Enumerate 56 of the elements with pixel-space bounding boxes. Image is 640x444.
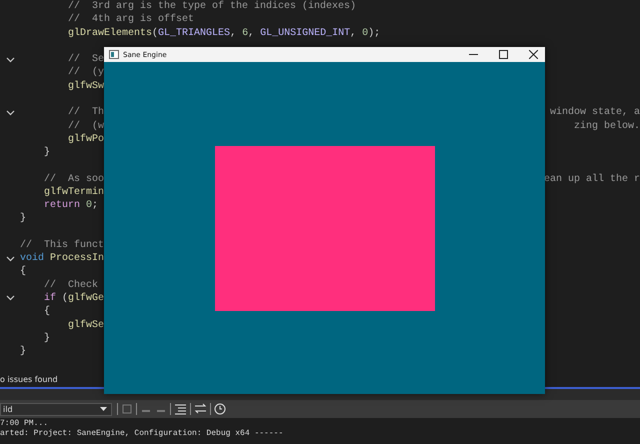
code-comment: window state, a	[550, 107, 640, 118]
code-comment: // (y	[67, 67, 104, 78]
code-text: ,	[230, 28, 236, 39]
code-text: }	[43, 147, 50, 158]
function-name: glfwTermin	[43, 186, 104, 198]
close-icon	[528, 50, 538, 59]
code-comment: // As soo	[43, 174, 104, 185]
code-comment: ean up all the r	[544, 174, 640, 185]
function-name: ProcessIn	[49, 253, 104, 264]
output-line: arted: Project: SaneEngine, Configuration: Debug x64 ------	[0, 429, 284, 439]
find-icon[interactable]	[121, 403, 133, 415]
code-text: }	[20, 213, 26, 224]
code-comment: // (w	[67, 120, 104, 132]
app-icon	[109, 50, 119, 59]
keyword: if	[43, 292, 56, 304]
macro-name: GL_UNSIGNED_INT	[259, 28, 350, 39]
function-name: glfwSe	[67, 320, 104, 330]
code-comment: // Se	[67, 54, 104, 66]
function-name: glfwPo	[67, 134, 104, 145]
clear-all-icon[interactable]	[174, 403, 187, 415]
number-literal: 0	[85, 200, 92, 212]
keyword: return	[43, 200, 80, 212]
macro-name: GL_TRIANGLES	[158, 28, 230, 39]
type-keyword: void	[20, 253, 44, 264]
function-name: glfwSw	[67, 80, 104, 92]
code-text: ,	[350, 28, 356, 39]
code-text: );	[368, 28, 380, 39]
code-text: }	[20, 346, 26, 358]
issues-status[interactable]: o issues found	[0, 375, 58, 384]
output-source-dropdown[interactable]: ild	[0, 402, 112, 416]
code-text: (	[152, 28, 158, 39]
code-comment: // Check	[43, 280, 98, 291]
function-name: glfwGe	[68, 292, 104, 304]
code-text: {	[20, 266, 26, 278]
caret-icon	[100, 407, 107, 411]
number-literal: 0	[361, 28, 368, 39]
code-comment: // 4th arg is offset	[67, 14, 194, 26]
code-comment: zing below.	[574, 120, 640, 132]
number-literal: 6	[241, 28, 248, 39]
code-comment: // Th	[67, 107, 104, 118]
fold-chevron-icon[interactable]	[6, 256, 14, 262]
fold-chevron-icon[interactable]	[6, 110, 14, 116]
code-comment: // 3rd arg is the type of the indices (indexes)	[67, 1, 356, 12]
output-line: 7:00 PM...	[0, 419, 50, 429]
fold-chevron-icon[interactable]	[6, 56, 14, 63]
maximize-icon	[498, 50, 508, 59]
code-text: ,	[248, 28, 254, 39]
function-name: glDrawElements	[67, 28, 152, 39]
code-text: (	[61, 292, 68, 304]
code-text: }	[43, 332, 50, 344]
fold-chevron-icon[interactable]	[6, 295, 14, 302]
code-text: {	[43, 306, 50, 318]
word-wrap-icon[interactable]	[194, 403, 207, 415]
code-text: ;	[92, 200, 98, 212]
code-comment: // This funct	[20, 240, 104, 251]
clock-icon[interactable]	[214, 403, 226, 415]
